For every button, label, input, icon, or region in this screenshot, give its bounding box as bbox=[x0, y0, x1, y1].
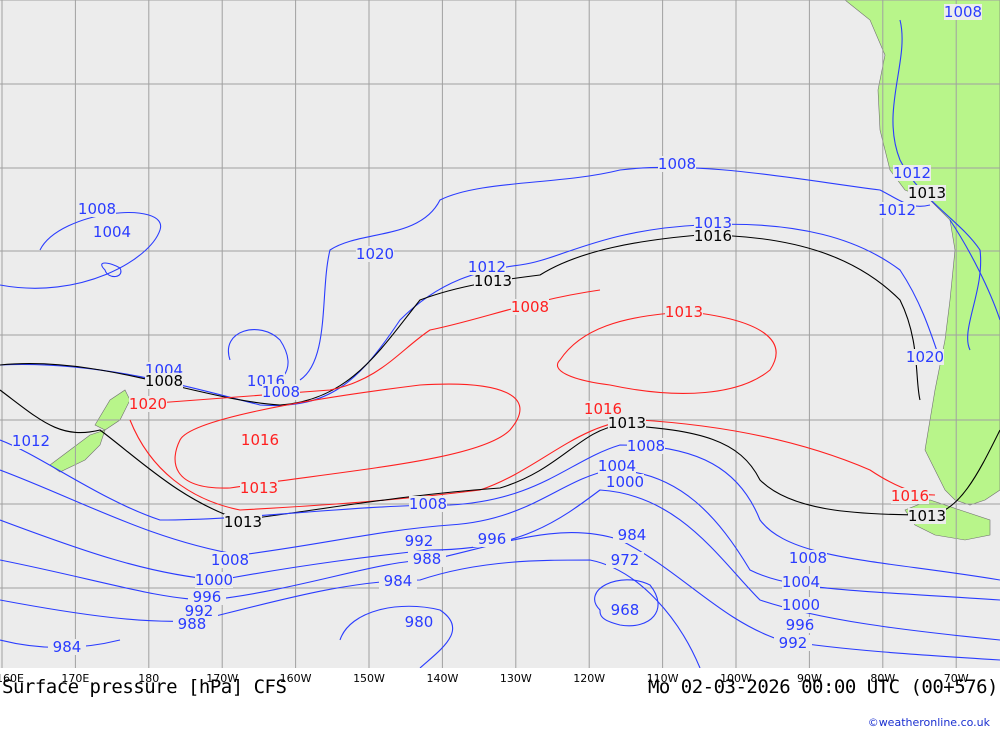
longitude-tick: 150W bbox=[353, 672, 385, 685]
isobar-label: 1013 bbox=[665, 303, 703, 321]
isobar-label: 1008 bbox=[658, 155, 696, 173]
longitude-tick: 130W bbox=[499, 672, 532, 685]
map-title: Surface pressure [hPa] CFS bbox=[2, 676, 287, 698]
isobar-label: 1016 bbox=[241, 431, 279, 449]
isobar-label: 1012 bbox=[878, 201, 916, 219]
isobar-label: 992 bbox=[779, 634, 808, 652]
isobar-label: 1013 bbox=[608, 414, 646, 432]
isobar-label: 1016 bbox=[891, 487, 929, 505]
isobar-label: 972 bbox=[611, 551, 640, 569]
isobar-label: 1008 bbox=[78, 200, 116, 218]
isobar-label: 1004 bbox=[782, 573, 820, 591]
isobar-label: 1020 bbox=[129, 395, 167, 413]
isobar-label: 984 bbox=[384, 572, 413, 590]
isobar-label: 984 bbox=[618, 526, 647, 544]
ocean bbox=[0, 0, 1000, 668]
isobar-label: 1016 bbox=[694, 227, 732, 245]
credit-link[interactable]: ©weatheronline.co.uk bbox=[868, 716, 990, 729]
isobar-label: 1020 bbox=[356, 245, 394, 263]
isobar-label: 1008 bbox=[944, 3, 982, 21]
isobar-label: 1013 bbox=[908, 507, 946, 525]
isobar-label: 1008 bbox=[511, 298, 549, 316]
isobar-label: 996 bbox=[478, 530, 507, 548]
isobar-label: 1008 bbox=[789, 549, 827, 567]
isobar-label: 1012 bbox=[893, 164, 931, 182]
isobar-label: 992 bbox=[405, 532, 434, 550]
isobar-label: 1012 bbox=[12, 432, 50, 450]
isobar-label: 1013 bbox=[224, 513, 262, 531]
isobar-label: 980 bbox=[405, 613, 434, 631]
valid-time: Mo 02-03-2026 00:00 UTC (00+576) bbox=[647, 676, 999, 698]
longitude-tick: 120W bbox=[573, 672, 606, 685]
isobar-label: 1008 bbox=[262, 383, 300, 401]
isobar-label: 1013 bbox=[240, 479, 278, 497]
isobar-label: 1000 bbox=[195, 571, 233, 589]
isobar-label: 1008 bbox=[627, 437, 665, 455]
isobar-label: 1000 bbox=[606, 473, 644, 491]
isobar-label: 1000 bbox=[782, 596, 820, 614]
isobar-label: 988 bbox=[178, 615, 207, 633]
weather-map: 1008 1004 1008 1012 1013 1012 1013 1016 1020 1012… bbox=[0, 0, 1000, 733]
isobar-label: 1008 bbox=[211, 551, 249, 569]
isobar-label: 1008 bbox=[409, 495, 447, 513]
isobar-label: 984 bbox=[53, 638, 82, 656]
isobar-label: 1020 bbox=[906, 348, 944, 366]
isobar-label: 1013 bbox=[908, 184, 946, 202]
isobar-label: 996 bbox=[786, 616, 815, 634]
isobar-label: 1004 bbox=[93, 223, 131, 241]
isobar-label: 988 bbox=[413, 550, 442, 568]
isobar-label: 1008 bbox=[145, 372, 183, 390]
isobar-label: 1013 bbox=[474, 272, 512, 290]
longitude-tick: 140W bbox=[426, 672, 459, 685]
pressure-map: 100810041008 1012101310121013101610201012… bbox=[0, 0, 1000, 668]
isobar-label: 968 bbox=[611, 601, 640, 619]
